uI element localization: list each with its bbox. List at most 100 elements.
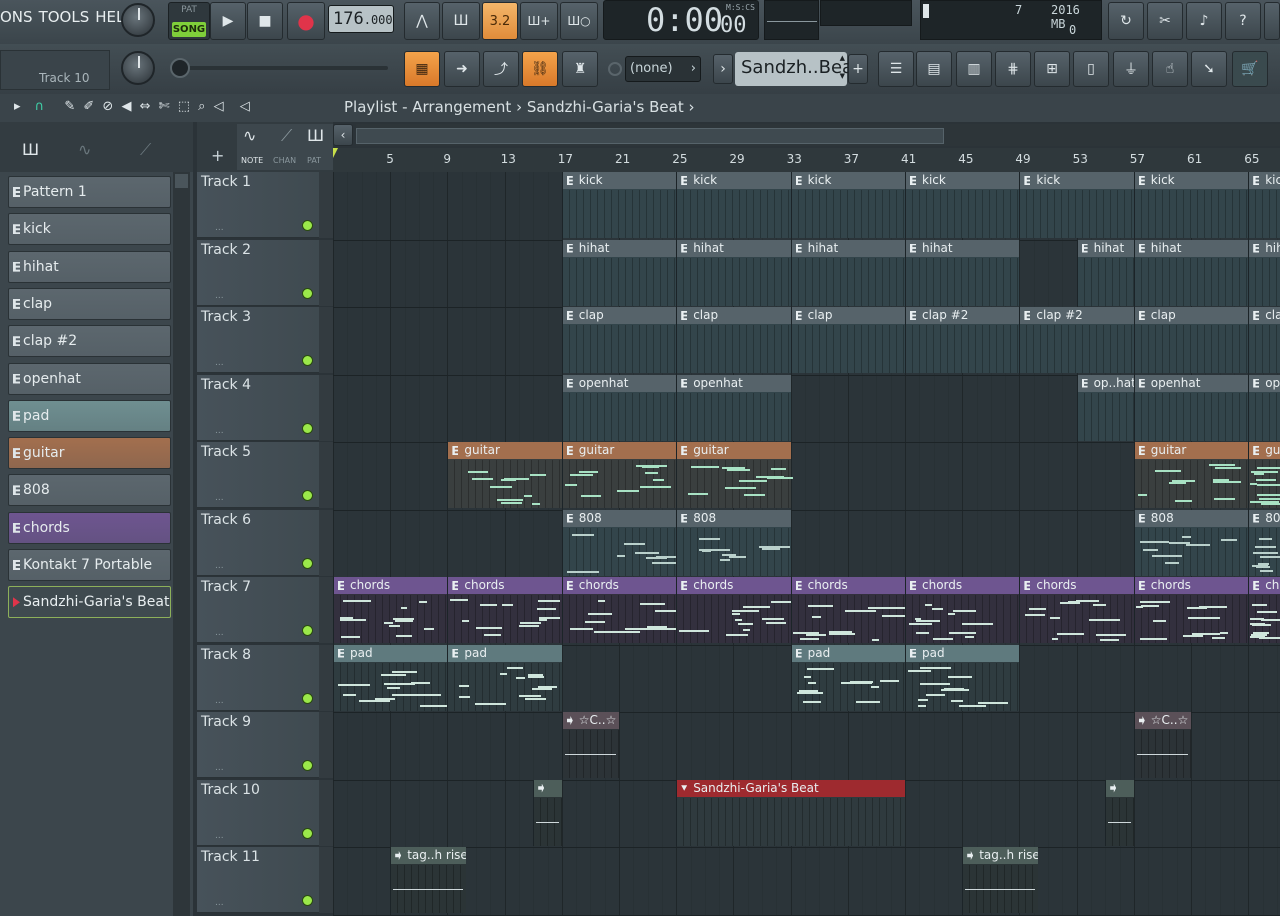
picker-item[interactable]: kick	[8, 213, 171, 246]
playlist-grid[interactable]: kick kick kick kick kick kick kic hihat hihat hih…	[333, 172, 1280, 916]
playhead-marker[interactable]	[333, 148, 343, 158]
playlist-clip[interactable]	[1105, 779, 1134, 846]
menu-options[interactable]: ONS	[0, 8, 33, 26]
playlist-button[interactable]: ▦	[404, 51, 440, 87]
picker-item[interactable]: Sandzhi-Garia's Beat	[8, 586, 171, 619]
track-resize-grip[interactable]	[319, 374, 333, 441]
more-button[interactable]	[1264, 2, 1280, 40]
stop-button[interactable]: ■	[247, 2, 283, 40]
playlist-clip[interactable]: kick	[790, 172, 905, 238]
scroll-left-button[interactable]: ‹	[333, 124, 353, 146]
stepper-up-icon[interactable]: ▲	[840, 54, 845, 62]
track-mute-led[interactable]	[302, 827, 313, 839]
picker-item[interactable]: guitar	[8, 437, 171, 470]
slide-button[interactable]: ⤴	[483, 51, 519, 87]
stamp-button[interactable]: ♜	[562, 51, 598, 87]
playlist-clip[interactable]: kick	[1133, 172, 1249, 238]
zoom-icon[interactable]: ⌕	[198, 99, 205, 114]
picker-item[interactable]: chords	[8, 511, 171, 544]
playlist-clip[interactable]: ☆C..☆	[561, 712, 619, 778]
playlist-clip[interactable]: clap #2	[905, 307, 1020, 373]
pattern-selector[interactable]: (none) ›	[625, 56, 701, 82]
pattern-nav-button[interactable]: ›	[713, 54, 733, 84]
playlist-clip[interactable]: chords	[676, 577, 800, 643]
playlist-clip[interactable]: Sandzhi-Garia's Beat	[676, 779, 905, 846]
playlist-clip[interactable]: guitar	[447, 442, 562, 508]
track-header[interactable]: Track 4...	[197, 374, 333, 441]
playlist-clip[interactable]: guitar	[561, 442, 677, 508]
playlist-clip[interactable]: chords	[1133, 577, 1249, 643]
picker-item[interactable]: pad	[8, 399, 171, 432]
automation-tab-icon[interactable]: ⟋	[140, 140, 151, 160]
master-volume-knob[interactable]	[121, 3, 155, 37]
playlist-clip[interactable]: 808	[1248, 509, 1280, 576]
playlist-clip[interactable]: tag..h rise	[962, 847, 1038, 913]
playlist-clip[interactable]: clap #2	[1019, 307, 1134, 373]
playlist-clip[interactable]: clap	[561, 307, 677, 373]
track-header[interactable]: Track 2...	[197, 239, 333, 306]
track-header[interactable]: Track 6...	[197, 509, 333, 576]
track-header[interactable]: Track 7...	[197, 577, 333, 643]
picker-scrollbar[interactable]	[173, 172, 190, 916]
channel-rack-button[interactable]: ▥	[956, 51, 992, 87]
playlist-clip[interactable]: openhat	[1133, 374, 1249, 441]
playlist-clip[interactable]: openhat	[561, 374, 677, 441]
playlist-clip[interactable]	[533, 779, 562, 846]
playlist-clip[interactable]: hihat	[1133, 239, 1249, 306]
tempo-display[interactable]: 176.000	[328, 5, 394, 33]
master-pitch-knob[interactable]	[121, 51, 155, 85]
link-button[interactable]: ⛓	[522, 51, 558, 87]
picker-item[interactable]: clap	[8, 287, 171, 320]
track-mute-led[interactable]	[302, 760, 313, 771]
track-resize-grip[interactable]	[319, 847, 333, 913]
snap-next-button[interactable]: ➜	[444, 51, 480, 87]
track-mute-led[interactable]	[302, 355, 313, 366]
playlist-clip[interactable]: clap	[676, 307, 791, 373]
track-resize-grip[interactable]	[319, 644, 333, 711]
arrangement-overview[interactable]	[356, 124, 1280, 146]
slider-handle[interactable]	[170, 58, 190, 78]
playlist-clip[interactable]: kic	[1248, 172, 1280, 238]
playlist-view-button[interactable]: ☰	[878, 51, 914, 87]
playlist-clip[interactable]: kick	[561, 172, 677, 238]
track-header[interactable]: Track 5...	[197, 442, 333, 508]
breadcrumb-text[interactable]: Playlist - Arrangement	[344, 98, 511, 116]
learn-button[interactable]: ➘	[1191, 51, 1227, 87]
playlist-clip[interactable]: hihat	[1076, 239, 1134, 306]
picker-item[interactable]: openhat	[8, 362, 171, 395]
metronome-button[interactable]: ⋀	[404, 2, 440, 40]
slice-icon[interactable]: ✄	[159, 99, 170, 114]
playlist-clip[interactable]: clap	[1133, 307, 1249, 373]
menu-tools[interactable]: TOOLS	[39, 8, 90, 26]
pattern-tab-icon[interactable]: Ш	[22, 140, 39, 159]
track-resize-grip[interactable]	[319, 712, 333, 778]
playlist-clip[interactable]: tag..h rise	[390, 847, 466, 913]
playlist-clip[interactable]: pad	[333, 644, 448, 711]
menu-arrow-icon[interactable]: ▸	[14, 99, 21, 114]
track-mute-led[interactable]	[302, 692, 313, 704]
playlist-clip[interactable]: cla	[1248, 307, 1280, 373]
playlist-clip[interactable]: 808	[561, 509, 682, 576]
playlist-clip[interactable]: guitar	[676, 442, 793, 508]
playlist-clip[interactable]: guitar	[1133, 442, 1249, 508]
picker-item[interactable]: 808	[8, 474, 171, 507]
track-mute-led[interactable]	[302, 287, 313, 299]
track-mute-led[interactable]	[302, 490, 313, 501]
track-resize-grip[interactable]	[319, 577, 333, 643]
time-display-button[interactable]: 3.2	[482, 2, 518, 40]
timeline-ruler[interactable]: 5 9 13 17 21 25 29 33 37 41 45 49 53 57 61 65	[333, 148, 1280, 172]
touch-controller-button[interactable]: ☝	[1152, 51, 1188, 87]
play-button[interactable]: ▶	[210, 2, 246, 40]
playlist-clip[interactable]: chords	[905, 577, 1020, 643]
playlist-clip[interactable]: chords	[333, 577, 448, 643]
note-tab[interactable]: NOTE	[241, 156, 263, 165]
track-header[interactable]: Track 10...	[197, 779, 333, 846]
track-resize-grip[interactable]	[319, 172, 333, 238]
track-mute-led[interactable]	[302, 895, 313, 906]
track-header[interactable]: Track 8...	[197, 644, 333, 711]
picker-item[interactable]: clap #2	[8, 325, 171, 358]
playlist-clip[interactable]: hihat	[561, 239, 677, 306]
picker-item[interactable]: hihat	[8, 250, 171, 283]
slip-icon[interactable]: ⇔	[140, 99, 151, 114]
track-resize-grip[interactable]	[319, 509, 333, 576]
